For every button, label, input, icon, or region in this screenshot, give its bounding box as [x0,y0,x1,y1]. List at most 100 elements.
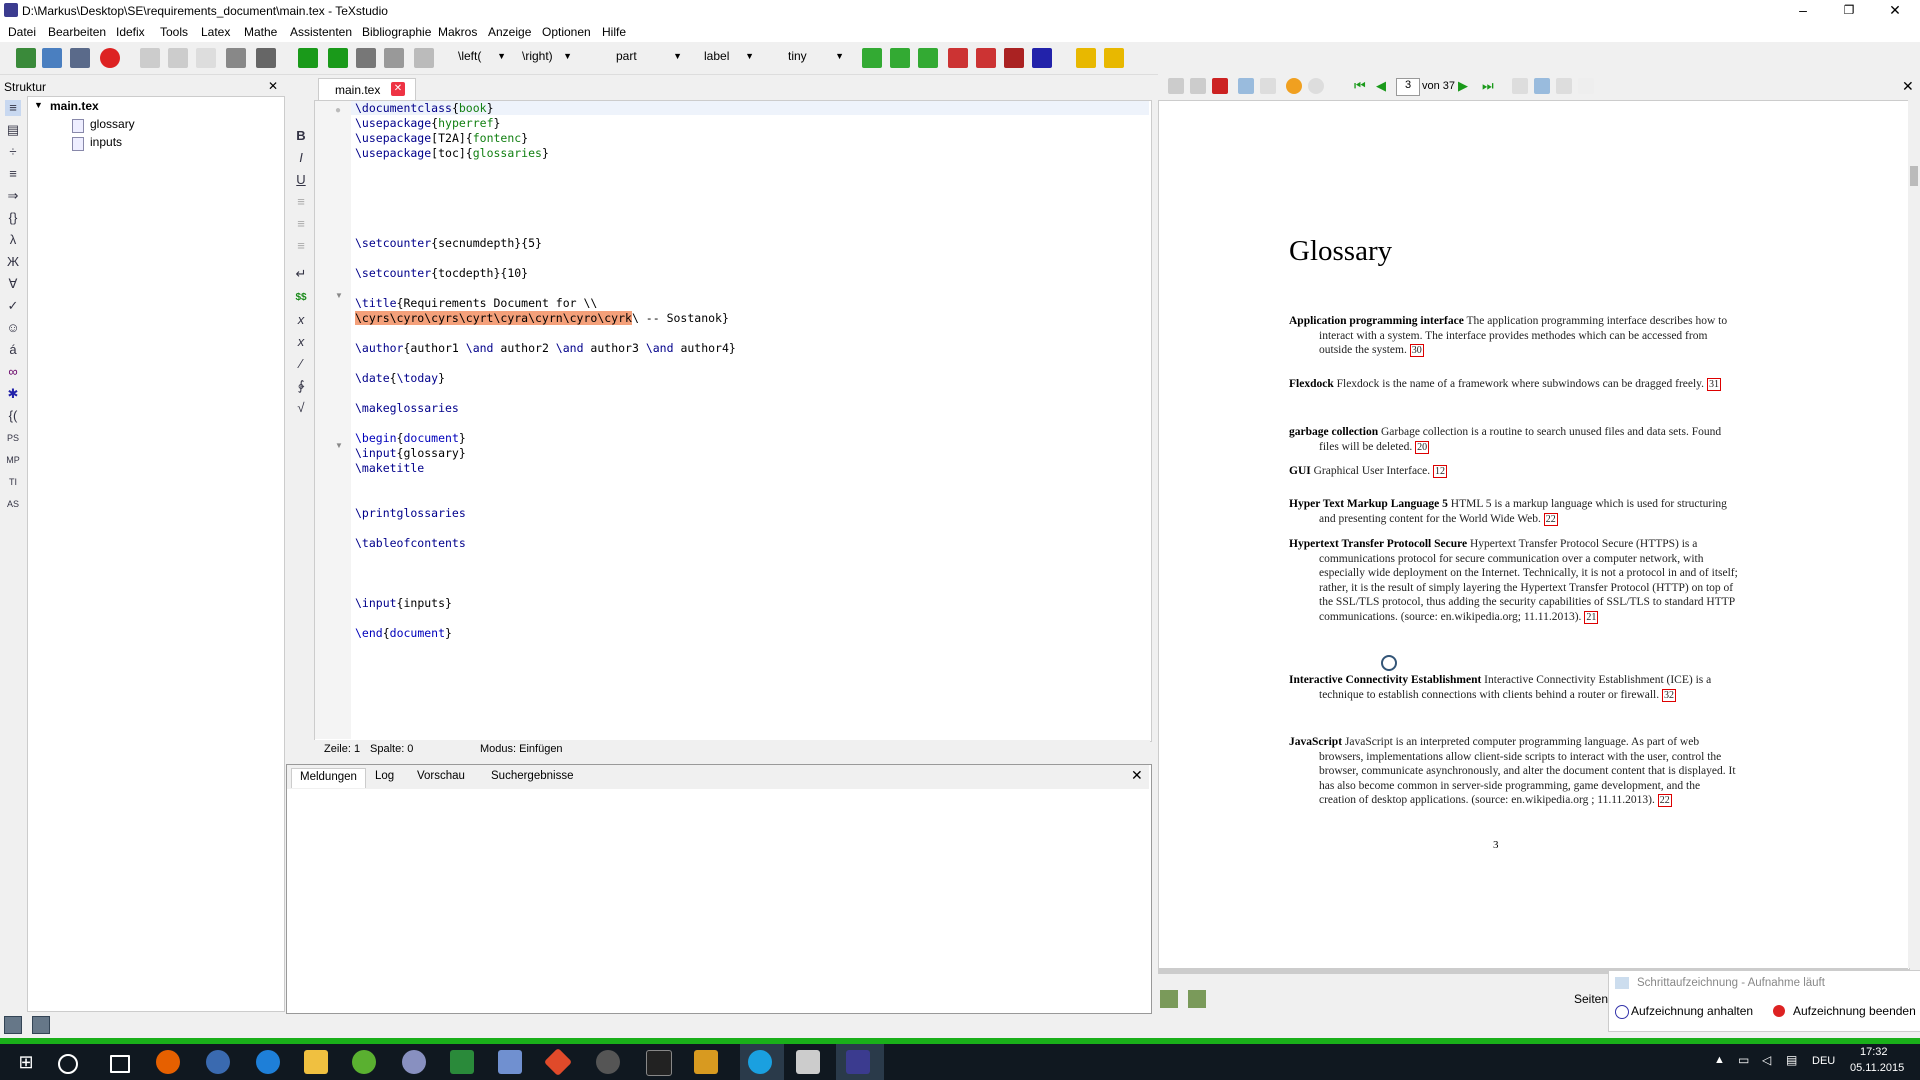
open-file-icon[interactable] [42,48,62,68]
skype-icon[interactable] [748,1050,772,1074]
search-icon[interactable] [58,1054,78,1074]
superscript-icon[interactable]: x [293,334,309,350]
minimize-button[interactable]: – [1780,0,1826,22]
first-page-icon[interactable]: ⏮ [1354,78,1366,94]
tikz-icon[interactable]: TI [5,474,21,490]
edge-icon[interactable] [256,1050,280,1074]
align-center-icon[interactable]: ≡ [293,216,309,232]
left-bracket-select[interactable]: \left(▼ [458,49,506,67]
texstudio-icon[interactable] [846,1050,870,1074]
menu-optionen[interactable]: Optionen [542,25,591,39]
pdf-scrollbar[interactable] [1908,100,1920,968]
underline-icon[interactable]: U [293,172,309,188]
metapost-icon[interactable]: MP [5,452,21,468]
stop-recording-button[interactable]: Aufzeichnung beenden [1793,1004,1916,1018]
last-page-icon[interactable]: ⏭ [1482,78,1494,94]
pause-recording-button[interactable]: Aufzeichnung anhalten [1631,1004,1753,1018]
align-right-icon[interactable]: ≡ [293,238,309,254]
tab-log[interactable]: Log [367,768,402,788]
user-icon[interactable]: ✱ [5,386,21,402]
menu-makros[interactable]: Makros [438,25,477,39]
tree-root-main-tex[interactable]: main.tex [50,99,99,113]
asymptote-icon[interactable]: AS [5,496,21,512]
close-file-icon[interactable] [100,48,120,68]
table-remove-column-icon[interactable] [976,48,996,68]
newline-icon[interactable]: ↵ [293,266,309,282]
collapse-arrow-icon[interactable]: ▼ [34,100,43,110]
terminal-icon[interactable] [646,1050,672,1076]
menu-bibliographie[interactable]: Bibliographie [362,25,431,39]
network-icon[interactable]: ▭ [1738,1053,1749,1067]
paste-icon[interactable] [256,48,276,68]
delimiters-icon[interactable]: {} [5,210,21,226]
table-add-column-icon[interactable] [890,48,910,68]
firefox-icon[interactable] [156,1050,180,1074]
code-editor[interactable]: ● ▼ ▼ \documentclass{book} \usepackage{h… [314,100,1152,742]
table-insert-icon[interactable] [918,48,938,68]
misc-text-icon[interactable]: ✓ [5,298,21,314]
label-select[interactable]: label ▼ [704,49,754,67]
menu-anzeige[interactable]: Anzeige [488,25,531,39]
table-align-icon[interactable] [1032,48,1052,68]
task-view-icon[interactable] [110,1055,130,1073]
section-select[interactable]: part ▼ [616,49,682,67]
file-explorer-icon[interactable] [304,1050,328,1074]
structure-close-button[interactable]: ✕ [268,79,278,93]
stop-compile-icon[interactable] [356,48,376,68]
dfrac-icon[interactable]: ∳ [293,378,309,394]
prev-page-icon[interactable]: ◀ [1376,78,1386,94]
glossary-ref-link[interactable]: 32 [1661,688,1676,702]
menu-tools[interactable]: Tools [160,25,188,39]
pdf-window-icon[interactable] [1190,78,1206,94]
table-remove-row-icon[interactable] [948,48,968,68]
menu-bearbeiten[interactable]: Bearbeiten [48,25,106,39]
glossary-ref-link[interactable]: 31 [1706,378,1721,391]
view-pdf-icon[interactable] [384,48,404,68]
glossary-ref-link[interactable]: 22 [1657,794,1672,807]
maximize-button[interactable]: ❐ [1826,0,1872,22]
pdf-zoom-in-icon[interactable] [1160,990,1178,1008]
favorites-icon[interactable]: ∞ [5,364,21,380]
math-mode-icon[interactable]: $$ [293,290,309,306]
bold-icon[interactable]: B [293,128,309,144]
warning-next-icon[interactable] [1104,48,1124,68]
toggle-messages-icon[interactable] [32,1016,50,1034]
sqrt-icon[interactable]: √ [293,400,309,416]
bookmarks-icon[interactable]: ▤ [5,122,21,138]
two-page-icon[interactable] [1556,78,1572,94]
tab-main-tex[interactable]: main.tex ✕ [318,78,416,101]
menu-idefix[interactable]: Idefix [116,25,145,39]
cyrillic-icon[interactable]: Ж [5,254,21,270]
font-size-select[interactable]: tiny ▼ [788,49,844,67]
save-icon[interactable] [70,48,90,68]
compile-icon[interactable] [328,48,348,68]
torrent-icon[interactable] [352,1050,376,1074]
notification-icon[interactable]: ▤ [1786,1053,1797,1067]
relation-icon[interactable]: ÷ [5,144,21,160]
menu-datei[interactable]: Datei [8,25,36,39]
tab-meldungen[interactable]: Meldungen [291,768,366,788]
pdf-fit-icon[interactable] [1168,78,1184,94]
steps-recorder-icon[interactable] [796,1050,820,1074]
undo-icon[interactable] [140,48,160,68]
italic-icon[interactable]: I [293,150,309,166]
table-delete-icon[interactable] [1004,48,1024,68]
glossary-ref-link[interactable]: 22 [1543,512,1558,526]
chat-app-icon[interactable] [206,1050,230,1074]
pdf-zoom-out-icon[interactable] [1188,990,1206,1008]
copy-icon[interactable] [196,48,216,68]
clock-date[interactable]: 05.11.2015 [1850,1062,1904,1074]
glossary-ref-link[interactable]: 12 [1433,465,1448,478]
menu-assistenten[interactable]: Assistenten [290,25,352,39]
forward-icon[interactable] [1308,78,1324,94]
frac-icon[interactable]: ⁄ [293,356,309,372]
menu-mathe[interactable]: Mathe [244,25,277,39]
greek-icon[interactable]: λ [5,232,21,248]
glossary-ref-link[interactable]: 30 [1409,344,1424,357]
cut-icon[interactable] [226,48,246,68]
warning-icon[interactable] [1076,48,1096,68]
close-window-button[interactable]: ✕ [1872,0,1918,22]
page-number-input[interactable]: 3 [1396,78,1420,96]
pstricks-icon[interactable]: PS [5,430,21,446]
pdf-close-button[interactable]: ✕ [1902,78,1914,95]
